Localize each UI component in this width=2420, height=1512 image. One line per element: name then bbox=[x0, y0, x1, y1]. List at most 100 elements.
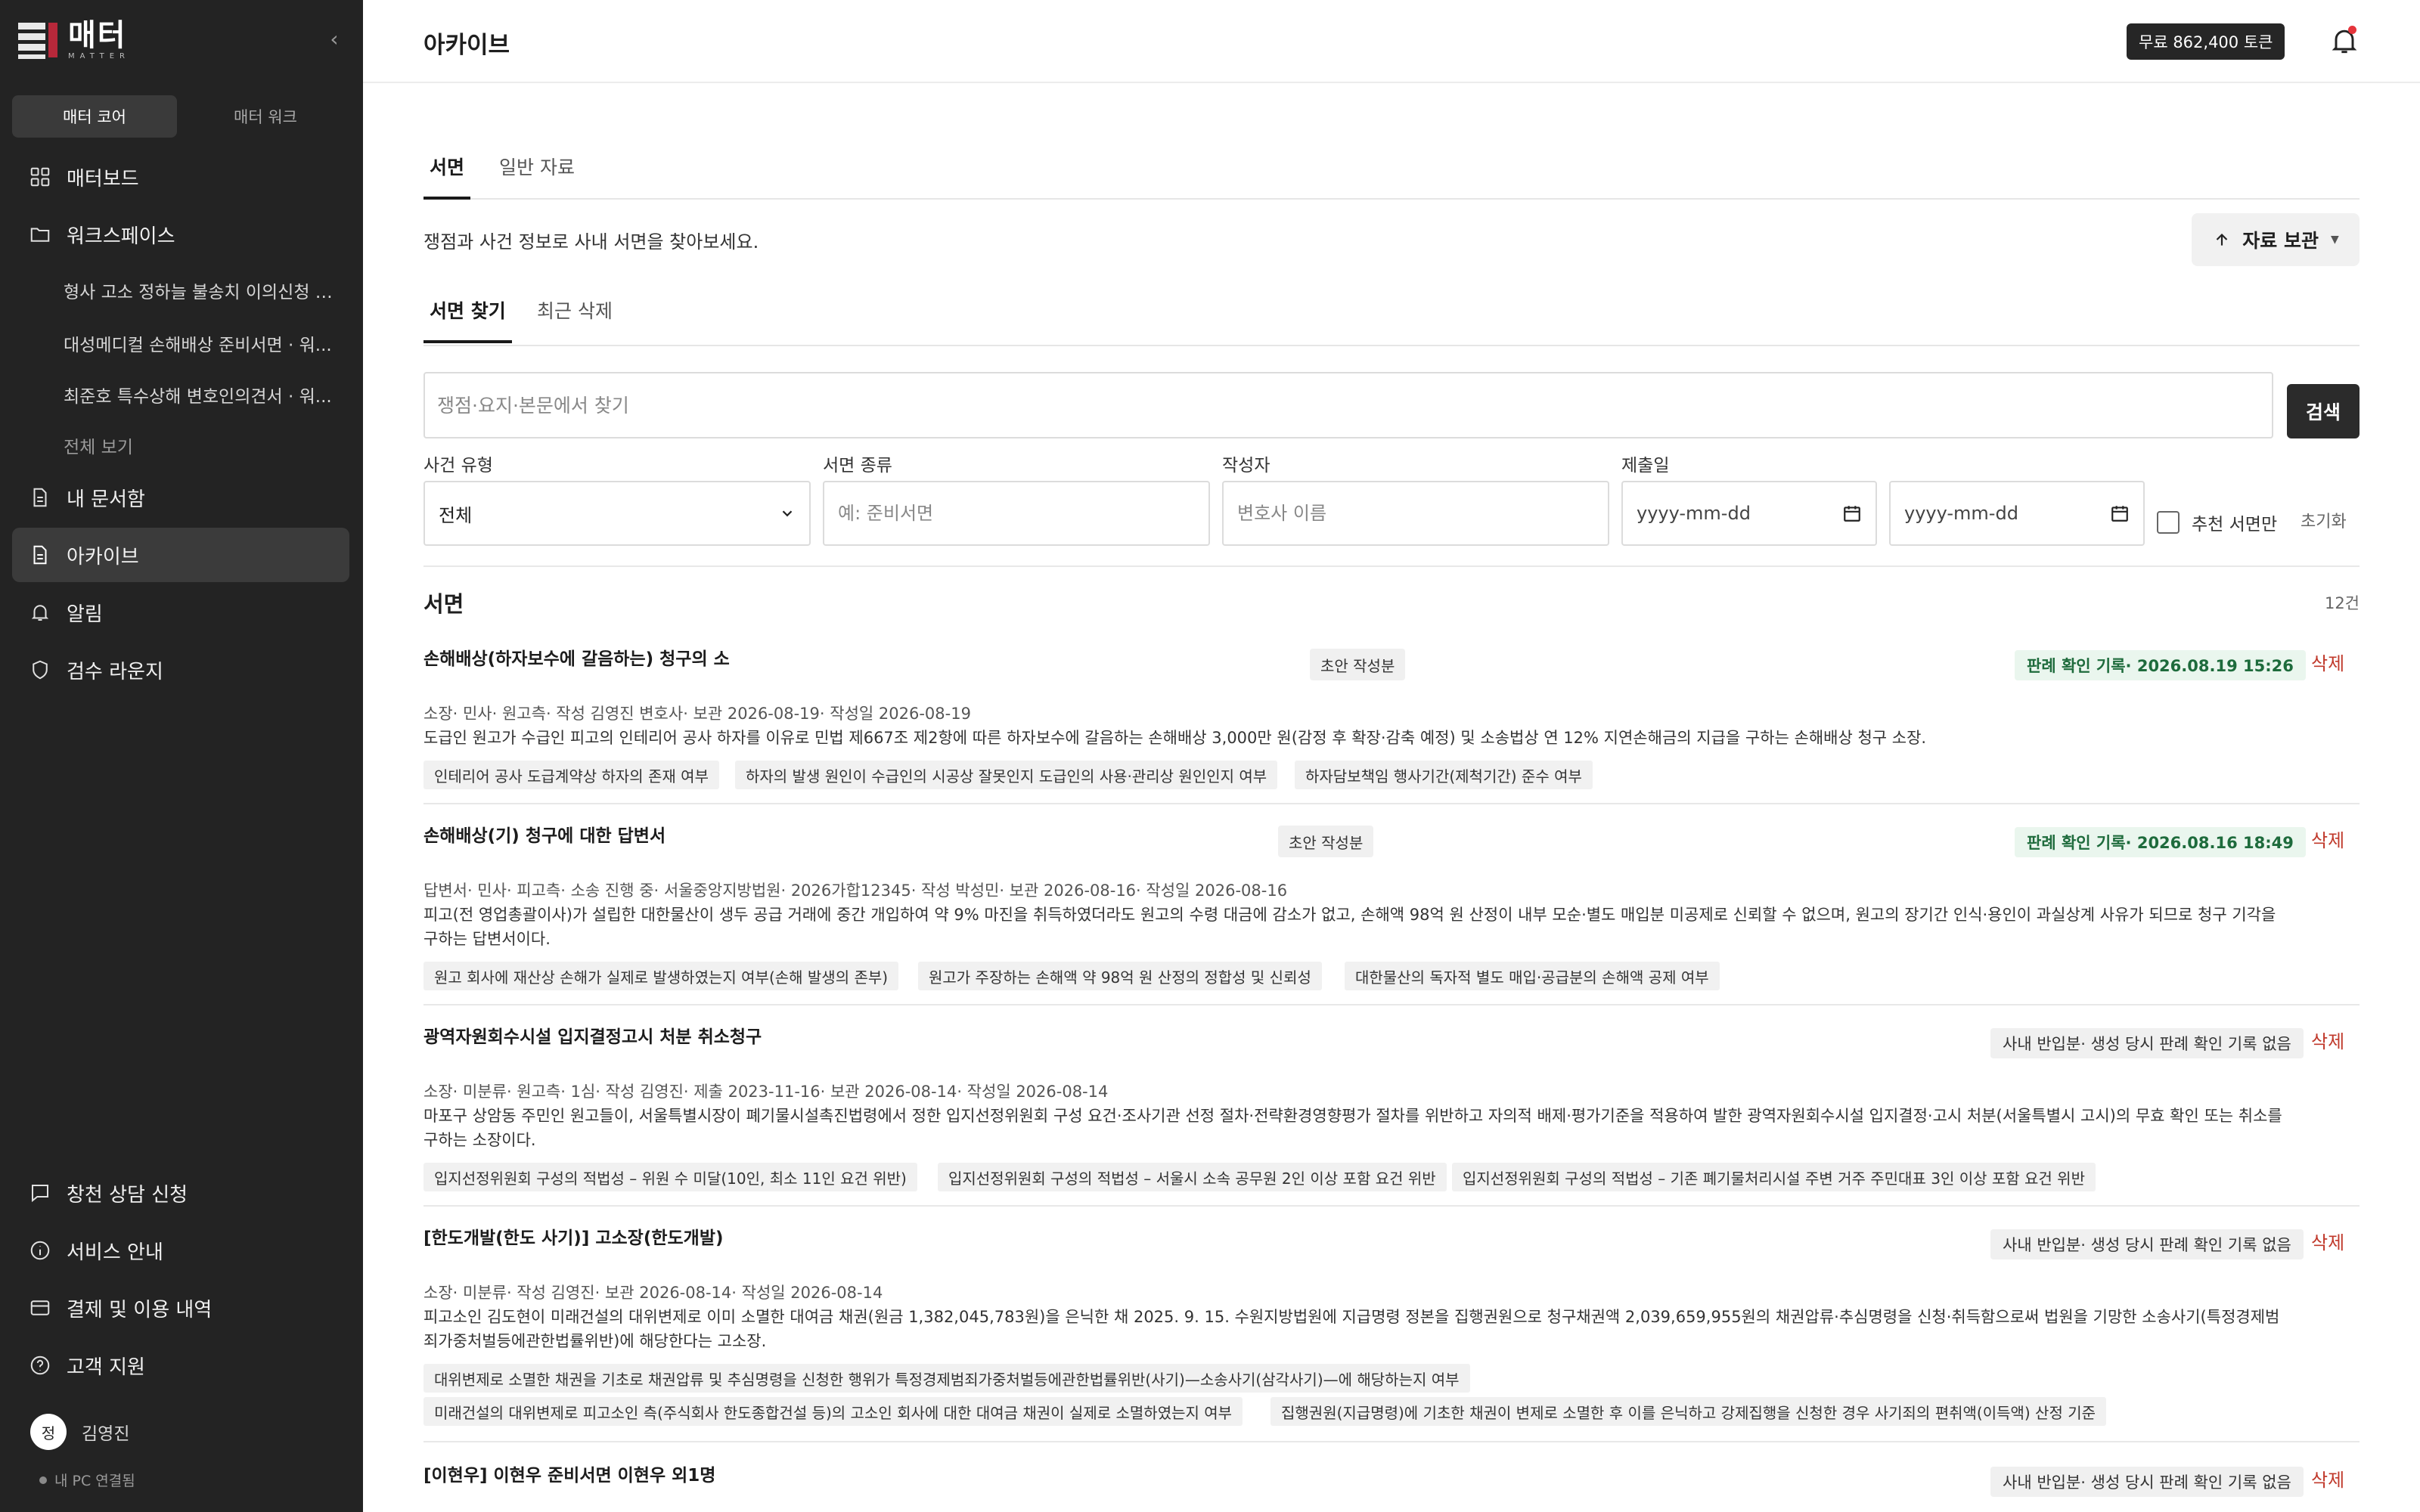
case-type-value: 전체 bbox=[439, 504, 473, 526]
status-dot-icon bbox=[39, 1476, 47, 1484]
date-to-placeholder: yyyy-mm-dd bbox=[1904, 503, 2018, 524]
doc-type-label: 서면 종류 bbox=[823, 456, 892, 476]
calendar-icon bbox=[1844, 506, 1860, 522]
tab-documents[interactable]: 서면 bbox=[424, 144, 471, 200]
help-icon bbox=[30, 1356, 50, 1375]
author-input[interactable] bbox=[1222, 481, 1609, 546]
matter-logo[interactable]: 매터 MATTER bbox=[18, 17, 130, 62]
nav-dashboard-label: 매터보드 bbox=[67, 167, 139, 191]
sidebar: 매터 MATTER ‹ 매터 코어 매터 워크 매터보드 워크스페이스 형사 고… bbox=[0, 0, 363, 1512]
reset-filters-button[interactable]: 초기화 bbox=[2301, 508, 2347, 532]
nav-review-lounge[interactable]: 검수 라운지 bbox=[12, 643, 349, 697]
issue-chip[interactable]: 입지선정위원회 구성의 적법성 – 기존 폐기물처리시설 주변 거주 주민대표 … bbox=[1452, 1163, 2096, 1191]
delete-button[interactable]: 삭제 bbox=[2311, 649, 2344, 675]
mode-tab-core[interactable]: 매터 코어 bbox=[12, 95, 177, 138]
mode-tab-work[interactable]: 매터 워크 bbox=[183, 95, 348, 138]
workspace-item[interactable]: 최준호 특수상해 변호인의견서 · 워... bbox=[64, 382, 336, 407]
issue-chip[interactable]: 대위변제로 소멸한 채권을 기초로 채권압류 및 추심명령을 신청한 행위가 특… bbox=[424, 1364, 1470, 1393]
card-icon bbox=[30, 1300, 50, 1315]
case-type-label: 사건 유형 bbox=[424, 456, 493, 476]
document-summary: 피고소인 김도현이 미래건설의 대위변제로 이미 소멸한 대여금 채권(원금 1… bbox=[424, 1308, 2280, 1350]
precedent-record-badge: 판례 확인 기록· 2026.08.16 18:49 bbox=[2015, 827, 2306, 857]
document-meta: 소장· 미분류· 작성 김영진· 보관 2026-08-14· 작성일 2026… bbox=[424, 1284, 883, 1302]
nav-workspace[interactable]: 워크스페이스 bbox=[12, 207, 349, 262]
workspace-item[interactable]: 형사 고소 정하늘 불송치 이의신청 · ... bbox=[64, 277, 336, 303]
nav-review-label: 검수 라운지 bbox=[67, 660, 163, 683]
issue-chip[interactable]: 대한물산의 독자적 별도 매입·공급분의 손해액 공제 여부 bbox=[1345, 962, 1720, 990]
nav-workspace-label: 워크스페이스 bbox=[67, 225, 175, 248]
precedent-record-badge: 판례 확인 기록· 2026.08.19 15:26 bbox=[2015, 650, 2306, 680]
workspace-view-all[interactable]: 전체 보기 bbox=[64, 432, 336, 458]
date-label: 제출일 bbox=[1621, 456, 1670, 476]
calendar-icon bbox=[2111, 506, 2128, 522]
tab-find-documents[interactable]: 서면 찾기 bbox=[424, 287, 512, 343]
document-title[interactable]: 광역자원회수시설 입지결정고시 처분 취소청구 bbox=[424, 1022, 762, 1048]
document-title[interactable]: [이현우] 이현우 준비서면 이현우 외1명 bbox=[424, 1461, 715, 1486]
nav-alerts-label: 알림 bbox=[67, 603, 103, 626]
document-meta: 소장· 미분류· 원고측· 1심· 작성 김영진· 제출 2023-11-16·… bbox=[424, 1083, 1109, 1101]
issue-chip[interactable]: 미래건설의 대위변제로 피고소인 측(주식회사 한도종합건설 등)의 고소인 회… bbox=[424, 1397, 1243, 1426]
doc-type-input[interactable] bbox=[823, 481, 1210, 546]
precedent-record-badge: 사내 반입분· 생성 당시 판례 확인 기록 없음 bbox=[1990, 1229, 2304, 1259]
issue-chip[interactable]: 원고 회사에 재산상 손해가 실제로 발생하였는지 여부(손해 발생의 존부) bbox=[424, 962, 899, 990]
delete-button[interactable]: 삭제 bbox=[2311, 1228, 2344, 1254]
nav-my-docs[interactable]: 내 문서함 bbox=[12, 470, 349, 525]
issue-chip[interactable]: 입지선정위원회 구성의 적법성 – 서울시 소속 공무원 2인 이상 포함 요건… bbox=[938, 1163, 1447, 1191]
user-profile[interactable]: 정 김영진 bbox=[30, 1414, 129, 1450]
document-title[interactable]: 손해배상(기) 청구에 대한 답변서 bbox=[424, 821, 666, 847]
document-icon bbox=[33, 545, 47, 565]
mode-tabs: 매터 코어 매터 워크 bbox=[12, 95, 348, 138]
notification-bell-icon[interactable] bbox=[2328, 24, 2361, 57]
issue-chip[interactable]: 입지선정위원회 구성의 적법성 – 위원 수 미달(10인, 최소 11인 요건… bbox=[424, 1163, 917, 1191]
nav-support[interactable]: 고객 지원 bbox=[12, 1338, 349, 1393]
chat-icon bbox=[32, 1185, 48, 1203]
workspace-item[interactable]: 대성메디컬 손해배상 준비서면 · 워... bbox=[64, 330, 336, 356]
date-to-field[interactable]: yyyy-mm-dd bbox=[1889, 481, 2145, 546]
archive-upload-button[interactable]: 자료 보관 ▼ bbox=[2192, 213, 2360, 266]
issue-chip[interactable]: 집행권원(지급명령)에 기초한 채권이 변제로 소멸한 후 이를 은닉하고 강제… bbox=[1270, 1397, 2107, 1426]
collapse-sidebar-icon[interactable]: ‹ bbox=[324, 29, 345, 50]
issue-chip[interactable]: 하자담보책임 행사기간(제척기간) 준수 여부 bbox=[1295, 761, 1593, 789]
pc-connection-status: 내 PC 연결됨 bbox=[39, 1470, 135, 1490]
tab-recently-deleted[interactable]: 최근 삭제 bbox=[531, 287, 619, 343]
nav-consult-label: 창천 상담 신청 bbox=[67, 1183, 188, 1207]
divider bbox=[424, 803, 2360, 804]
document-summary: 피고(전 영업총괄이사)가 설립한 대한물산이 생두 공급 거래에 중간 개입하… bbox=[424, 906, 2276, 948]
chevron-down-icon bbox=[782, 510, 793, 517]
info-icon bbox=[30, 1241, 50, 1260]
search-input[interactable] bbox=[424, 372, 2273, 438]
nav-dashboard[interactable]: 매터보드 bbox=[12, 150, 349, 204]
nav-archive-label: 아카이브 bbox=[67, 545, 139, 569]
recommended-checkbox[interactable] bbox=[2157, 511, 2180, 534]
nav-billing-label: 결제 및 이용 내역 bbox=[67, 1298, 213, 1321]
delete-button[interactable]: 삭제 bbox=[2311, 1027, 2344, 1053]
case-type-select[interactable]: 전체 bbox=[424, 481, 811, 546]
document-title[interactable]: [한도개발(한도 사기)] 고소장(한도개발) bbox=[424, 1223, 724, 1249]
nav-billing[interactable]: 결제 및 이용 내역 bbox=[12, 1281, 349, 1335]
nav-guide[interactable]: 서비스 안내 bbox=[12, 1223, 349, 1278]
nav-my-docs-label: 내 문서함 bbox=[67, 488, 145, 511]
token-balance-badge[interactable]: 무료 862,400 토큰 bbox=[2127, 23, 2285, 60]
search-tabs: 서면 찾기 최근 삭제 bbox=[424, 287, 2360, 346]
recommended-only-toggle[interactable]: 추천 서면만 bbox=[2157, 510, 2277, 535]
avatar: 정 bbox=[30, 1414, 67, 1450]
nav-archive[interactable]: 아카이브 bbox=[12, 528, 349, 582]
date-from-field[interactable]: yyyy-mm-dd bbox=[1621, 481, 1877, 546]
issue-chip[interactable]: 원고가 주장하는 손해액 약 98억 원 산정의 정합성 및 신뢰성 bbox=[918, 962, 1322, 990]
tab-general-materials[interactable]: 일반 자료 bbox=[493, 144, 581, 200]
issue-chip[interactable]: 인테리어 공사 도급계약상 하자의 존재 여부 bbox=[424, 761, 719, 789]
search-button[interactable]: 검색 bbox=[2287, 384, 2360, 438]
nav-support-label: 고객 지원 bbox=[67, 1356, 145, 1379]
user-name: 김영진 bbox=[82, 1424, 130, 1444]
shield-icon bbox=[33, 660, 48, 680]
logo-subtext: MATTER bbox=[68, 51, 130, 60]
document-count: 12건 bbox=[2324, 594, 2360, 612]
divider bbox=[424, 1441, 2360, 1442]
archive-button-label: 자료 보관 bbox=[2242, 230, 2319, 252]
nav-alerts[interactable]: 알림 bbox=[12, 585, 349, 640]
issue-chip[interactable]: 하자의 발생 원인이 수급인의 시공상 잘못인지 도급인의 사용·관리상 원인인… bbox=[735, 761, 1278, 789]
delete-button[interactable]: 삭제 bbox=[2311, 1465, 2344, 1492]
document-title[interactable]: 손해배상(하자보수에 갈음하는) 청구의 소 bbox=[424, 644, 730, 670]
delete-button[interactable]: 삭제 bbox=[2311, 826, 2344, 852]
nav-consult[interactable]: 창천 상담 신청 bbox=[12, 1166, 349, 1220]
